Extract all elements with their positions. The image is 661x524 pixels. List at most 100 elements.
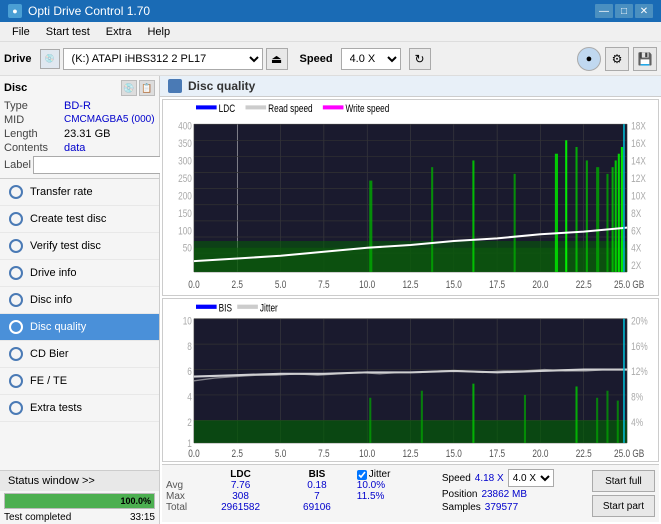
total-jitter	[357, 502, 434, 513]
status-bar-section: Status window >> 100.0% Test completed 3…	[0, 470, 159, 524]
nav-drive-info[interactable]: Drive info	[0, 260, 159, 287]
svg-text:6: 6	[187, 366, 192, 379]
avg-ldc: 7.76	[196, 480, 285, 491]
nav-verify-test-disc[interactable]: Verify test disc	[0, 233, 159, 260]
svg-text:10.0: 10.0	[359, 279, 375, 291]
svg-text:8: 8	[187, 340, 192, 353]
progress-bar-container: 100.0%	[4, 493, 155, 509]
svg-text:6X: 6X	[631, 225, 642, 237]
max-bis: 7	[285, 491, 349, 502]
svg-text:5.0: 5.0	[275, 448, 287, 461]
disc-icon-2[interactable]: 📋	[139, 80, 155, 96]
svg-text:25.0 GB: 25.0 GB	[614, 279, 644, 291]
close-button[interactable]: ✕	[635, 4, 653, 18]
stats-section: LDC BIS Jitter Avg 7.76 0.18	[162, 464, 659, 522]
svg-text:4X: 4X	[631, 243, 642, 255]
contents-label: Contents	[4, 142, 64, 154]
svg-text:7.5: 7.5	[318, 448, 330, 461]
maximize-button[interactable]: □	[615, 4, 633, 18]
menu-help[interactable]: Help	[139, 24, 178, 40]
nav-verify-test-disc-label: Verify test disc	[30, 240, 101, 252]
eject-button[interactable]: ⏏	[266, 48, 288, 70]
svg-text:16X: 16X	[631, 138, 646, 150]
nav-cd-bier-label: CD Bier	[30, 348, 69, 360]
drive-select[interactable]: (K:) ATAPI iHBS312 2 PL17	[63, 48, 263, 70]
svg-text:Jitter: Jitter	[260, 302, 278, 315]
menu-file[interactable]: File	[4, 24, 38, 40]
label-input[interactable]	[33, 156, 171, 174]
svg-text:17.5: 17.5	[489, 279, 505, 291]
speed-select[interactable]: 4.0 X	[341, 48, 401, 70]
disc-panel: Disc 💿 📋 Type BD-R MID CMCMAGBA5 (000) L…	[0, 76, 159, 179]
label-label: Label	[4, 159, 31, 171]
status-window-button[interactable]: Status window >>	[0, 470, 159, 491]
toolbar: Drive 💿 (K:) ATAPI iHBS312 2 PL17 ⏏ Spee…	[0, 42, 661, 76]
svg-text:2: 2	[187, 417, 192, 430]
menu-start-test[interactable]: Start test	[38, 24, 98, 40]
settings-button[interactable]: ⚙	[605, 47, 629, 71]
mid-value: CMCMAGBA5 (000)	[64, 114, 155, 126]
position-value: 23862 MB	[481, 489, 527, 500]
svg-text:2.5: 2.5	[232, 448, 244, 461]
svg-text:2.5: 2.5	[232, 279, 243, 291]
nav-disc-quality-label: Disc quality	[30, 321, 86, 333]
nav-extra-tests[interactable]: Extra tests	[0, 395, 159, 422]
svg-text:Read speed: Read speed	[268, 103, 312, 115]
nav-create-test-disc[interactable]: Create test disc	[0, 206, 159, 233]
type-value: BD-R	[64, 100, 91, 112]
save-button[interactable]: 💾	[633, 47, 657, 71]
minimize-button[interactable]: —	[595, 4, 613, 18]
svg-text:12%: 12%	[631, 366, 648, 379]
menu-extra[interactable]: Extra	[98, 24, 140, 40]
title-bar: ● Opti Drive Control 1.70 — □ ✕	[0, 0, 661, 22]
status-time-row: Test completed 33:15	[0, 511, 159, 524]
disc-panel-title: Disc	[4, 82, 27, 94]
start-full-button[interactable]: Start full	[592, 470, 655, 492]
svg-text:10X: 10X	[631, 190, 646, 202]
speed-select-stats[interactable]: 4.0 X	[508, 469, 554, 487]
nav-fe-te[interactable]: FE / TE	[0, 368, 159, 395]
nav-disc-info[interactable]: Disc info	[0, 287, 159, 314]
drive-info-icon	[8, 265, 24, 281]
mid-label: MID	[4, 114, 64, 126]
disc-quality-icon	[8, 319, 24, 335]
speed-value: 4.18 X	[475, 473, 504, 484]
svg-text:10: 10	[183, 315, 193, 328]
app-title: Opti Drive Control 1.70	[28, 4, 150, 18]
svg-text:4%: 4%	[631, 417, 643, 430]
nav-transfer-rate[interactable]: Transfer rate	[0, 179, 159, 206]
svg-text:350: 350	[178, 138, 192, 150]
transfer-rate-icon	[8, 184, 24, 200]
svg-text:5.0: 5.0	[275, 279, 286, 291]
svg-text:18X: 18X	[631, 121, 646, 133]
svg-text:400: 400	[178, 121, 192, 133]
svg-text:0.0: 0.0	[188, 279, 199, 291]
total-bis: 69106	[285, 502, 349, 513]
refresh-button[interactable]: ↻	[409, 48, 431, 70]
progress-value: 100.0%	[120, 496, 151, 506]
disc-info-icon	[8, 292, 24, 308]
start-part-button[interactable]: Start part	[592, 495, 655, 517]
svg-text:Write speed: Write speed	[346, 103, 390, 115]
jitter-checkbox[interactable]	[357, 470, 367, 480]
status-text: Test completed	[4, 512, 71, 523]
speed-label: Speed	[300, 53, 333, 65]
avg-jitter: 10.0%	[357, 480, 434, 491]
create-test-disc-icon	[8, 211, 24, 227]
app-icon: ●	[8, 4, 22, 18]
svg-text:150: 150	[178, 208, 192, 220]
svg-text:8X: 8X	[631, 208, 642, 220]
nav-cd-bier[interactable]: CD Bier	[0, 341, 159, 368]
svg-text:10.0: 10.0	[359, 448, 375, 461]
chart1-svg: 400 350 300 250 200 150 100 50 18X 16X 1…	[163, 100, 658, 295]
svg-text:16%: 16%	[631, 340, 648, 353]
nav-menu: Transfer rate Create test disc Verify te…	[0, 179, 159, 422]
svg-text:250: 250	[178, 173, 192, 185]
disc-icon-1[interactable]: 💿	[121, 80, 137, 96]
svg-text:17.5: 17.5	[489, 448, 505, 461]
disc-button[interactable]: ●	[577, 47, 601, 71]
svg-text:200: 200	[178, 190, 192, 202]
svg-text:0.0: 0.0	[188, 448, 200, 461]
fe-te-icon	[8, 373, 24, 389]
nav-disc-quality[interactable]: Disc quality	[0, 314, 159, 341]
